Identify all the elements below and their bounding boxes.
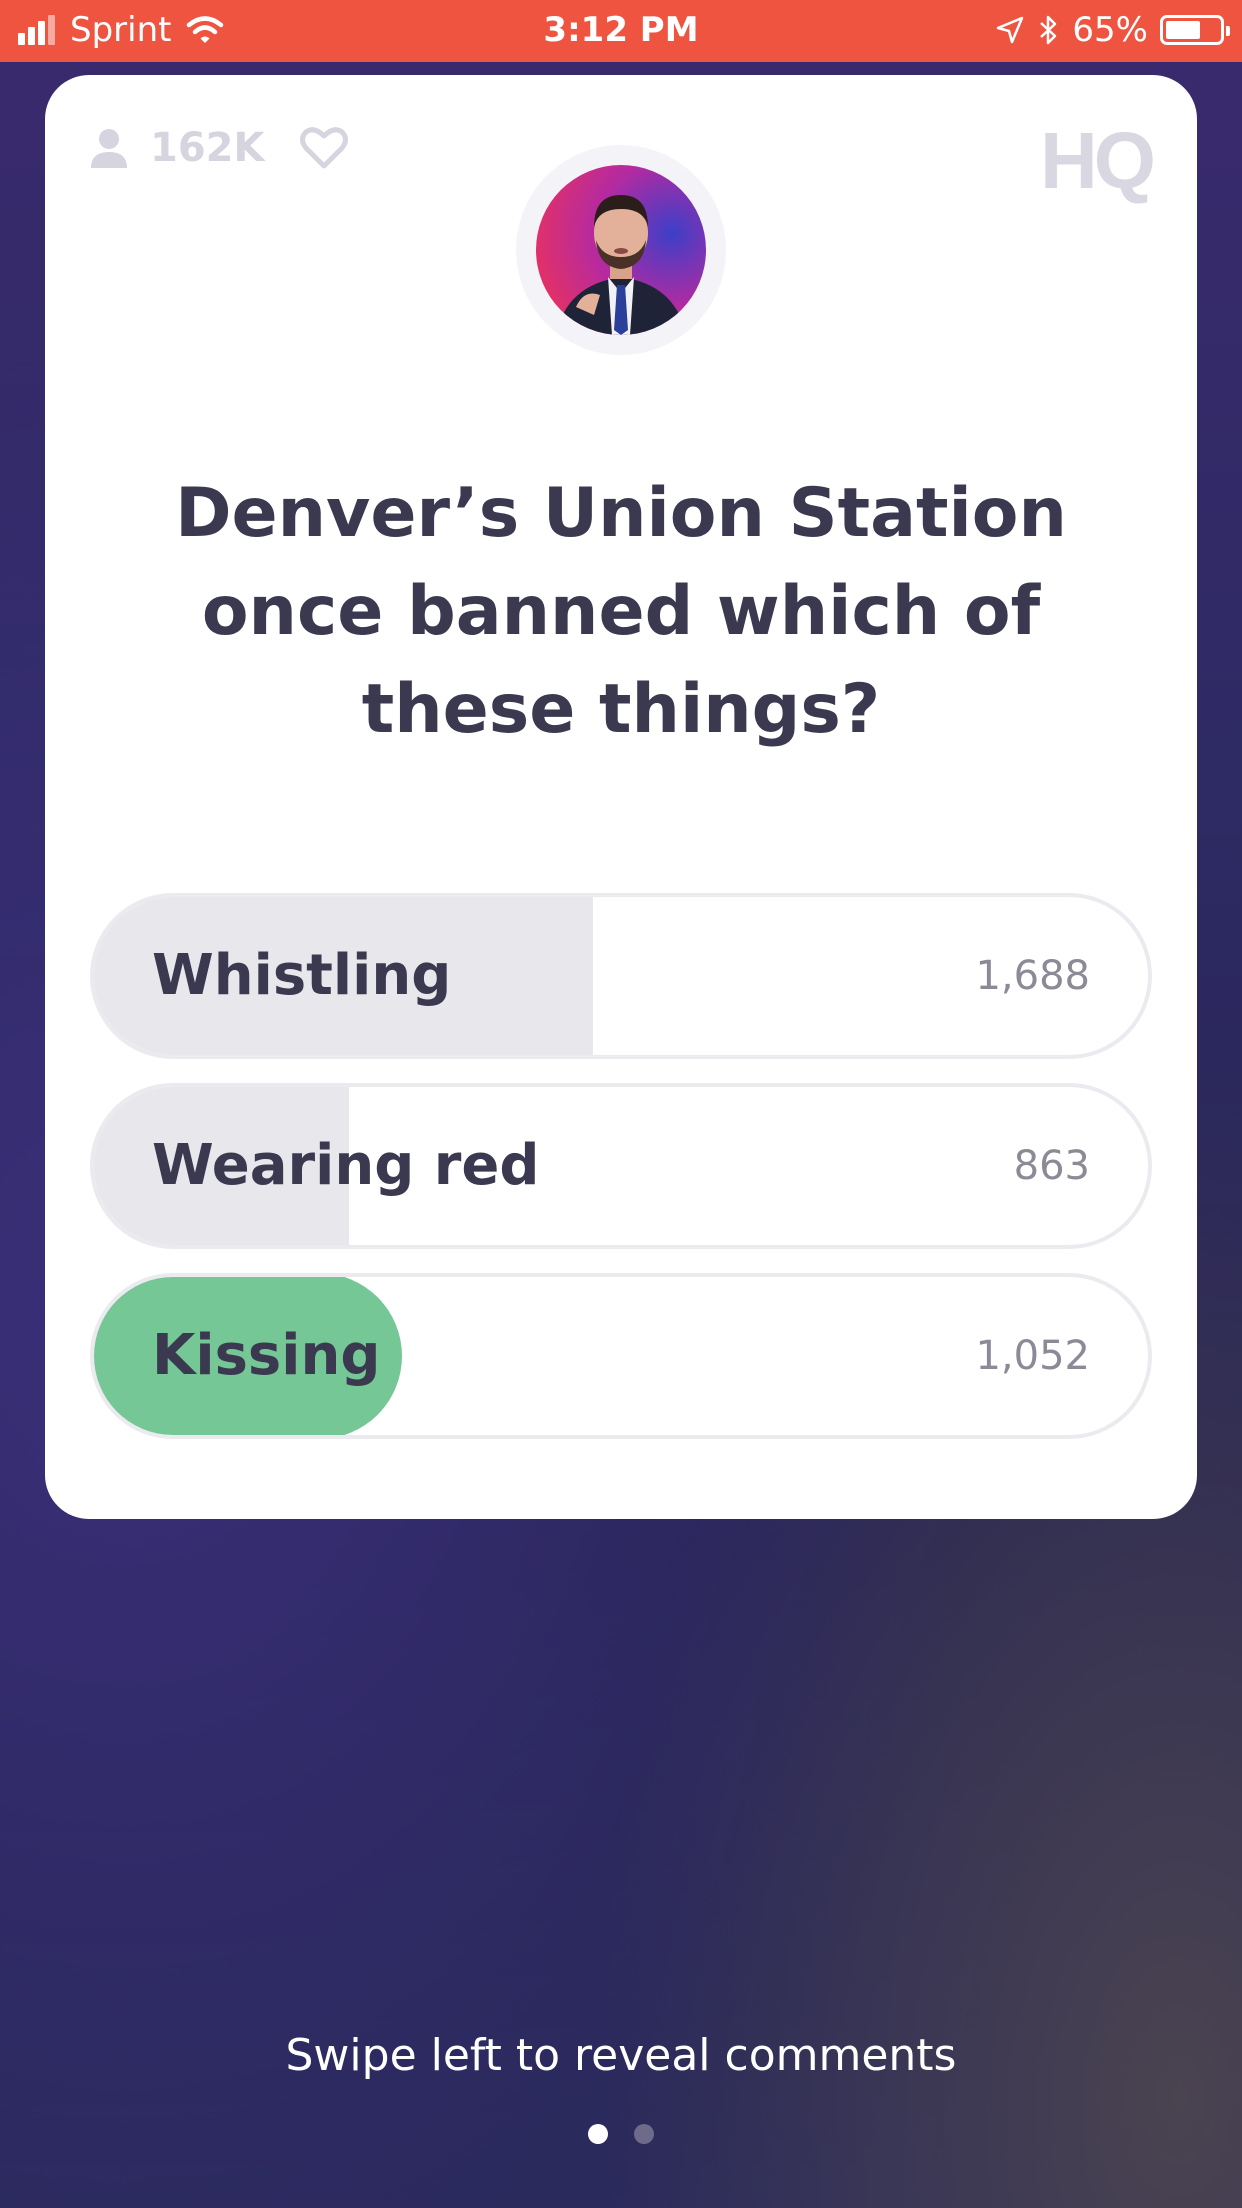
battery-icon (1160, 15, 1230, 45)
viewer-count: 162K (90, 125, 265, 171)
viewer-count-value: 162K (150, 125, 265, 171)
status-bar: Sprint 3:12 PM 65% (0, 0, 1242, 62)
page-indicator[interactable] (0, 2124, 1242, 2144)
location-arrow-icon (997, 16, 1024, 44)
battery-percent: 65% (1072, 10, 1148, 50)
answer-option-wearing-red[interactable]: Wearing red 863 (90, 1083, 1152, 1249)
answer-count: 1,052 (975, 1333, 1090, 1379)
answer-count: 1,688 (975, 953, 1090, 999)
hq-logo: HQ (1040, 116, 1156, 205)
heart-icon[interactable] (300, 127, 348, 169)
host-portrait (556, 195, 686, 335)
answer-option-kissing[interactable]: Kissing 1,052 (90, 1273, 1152, 1439)
question-card: 162K HQ Denver’s Union Station once bann… (45, 75, 1197, 1519)
swipe-hint: Swipe left to reveal comments (285, 2030, 957, 2081)
page-dot-active[interactable] (588, 2124, 608, 2144)
status-right: 65% (996, 10, 1230, 50)
answer-option-whistling[interactable]: Whistling 1,688 (90, 893, 1152, 1059)
bluetooth-icon (1040, 15, 1057, 45)
answer-label: Wearing red (152, 1133, 540, 1198)
question-text: Denver’s Union Station once banned which… (175, 474, 1067, 749)
person-icon (91, 129, 127, 168)
host-avatar-ring (516, 145, 726, 355)
answer-label: Kissing (152, 1323, 381, 1388)
host-avatar (536, 165, 706, 335)
battery-fill (1166, 21, 1200, 39)
page-dot-inactive[interactable] (634, 2124, 654, 2144)
answer-label: Whistling (152, 943, 452, 1008)
answer-count: 863 (1013, 1143, 1090, 1189)
